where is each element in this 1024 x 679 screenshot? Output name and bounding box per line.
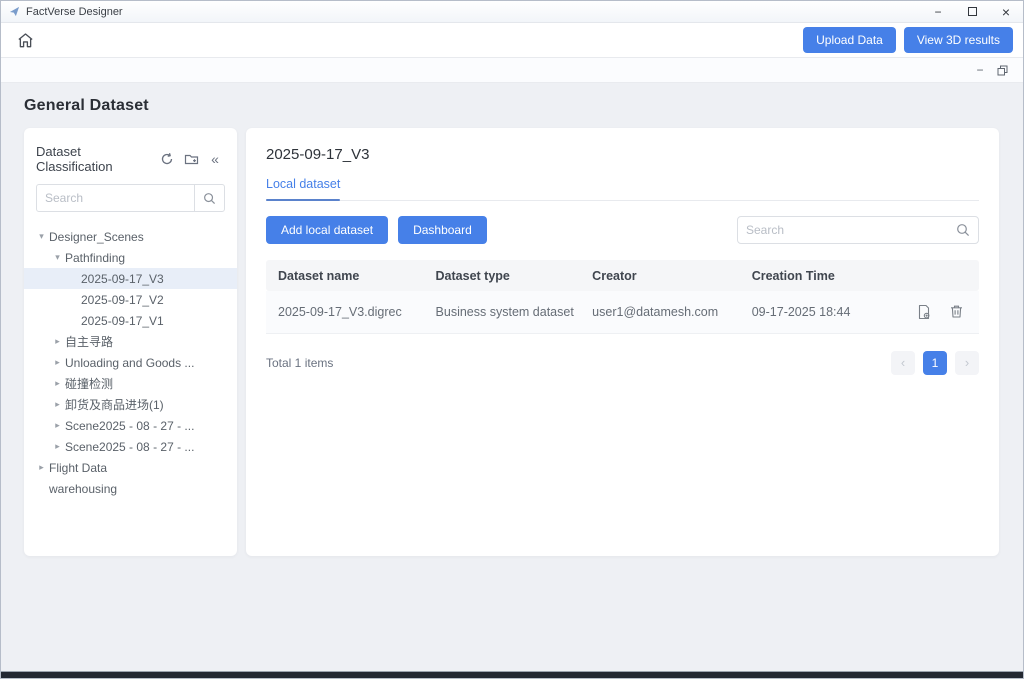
panel-restore-icon[interactable] [991,60,1013,80]
cell-actions [890,291,980,333]
table-footer: Total 1 items ‹ 1 › [266,351,979,375]
home-icon[interactable] [13,28,37,52]
tree-item-label: 自主寻路 [65,333,113,350]
tree-item-pathfinding[interactable]: ▾ Pathfinding [24,247,237,268]
dataset-table: Dataset name Dataset type Creator Creati… [266,260,979,334]
app-logo-icon [9,6,20,17]
tree-item-label: 2025-09-17_V1 [81,314,164,328]
tree-item-label: 2025-09-17_V2 [81,293,164,307]
refresh-icon[interactable] [157,149,177,169]
next-page-button[interactable]: › [955,351,979,375]
tabs-bar: Local dataset [266,177,979,201]
tree-item-designer-scenes[interactable]: ▾ Designer_Scenes [24,226,237,247]
dashboard-button[interactable]: Dashboard [398,216,487,244]
window-close-button[interactable]: × [989,1,1023,23]
column-header-creation-time: Creation Time [740,260,890,291]
content-area: General Dataset Dataset Classification [1,83,1023,671]
sidebar-header: Dataset Classification « [24,138,237,184]
column-header-dataset-type: Dataset type [424,260,581,291]
view-3d-results-button[interactable]: View 3D results [904,27,1013,53]
tab-local-dataset[interactable]: Local dataset [266,177,340,200]
upload-data-button[interactable]: Upload Data [803,27,896,53]
window-minimize-button[interactable]: − [921,1,955,23]
caret-right-icon[interactable]: ▸ [50,378,65,389]
caret-right-icon[interactable]: ▸ [50,399,65,410]
actions-row: Add local dataset Dashboard [266,216,979,244]
tree-item-zizhuxunlu[interactable]: ▸ 自主寻路 [24,331,237,352]
table-search-input[interactable] [746,223,956,237]
column-header-dataset-name: Dataset name [266,260,424,291]
tree-item-label: Scene2025 - 08 - 27 - ... [65,440,194,454]
tree-item-label: 卸货及商品进场(1) [65,396,164,413]
column-header-actions [890,260,980,291]
table-row[interactable]: 2025-09-17_V3.digrec Business system dat… [266,291,979,333]
sidebar-title: Dataset Classification [36,144,153,174]
bottom-taskbar-edge [1,671,1023,678]
prev-page-button[interactable]: ‹ [891,351,915,375]
tree-item-xiehuo-jinchang[interactable]: ▸ 卸货及商品进场(1) [24,394,237,415]
caret-right-icon[interactable]: ▸ [34,462,49,473]
page-1-button[interactable]: 1 [923,351,947,375]
page-title: General Dataset [24,97,999,115]
sidebar-search [36,184,225,212]
table-search [737,216,979,244]
tree-item-label: Flight Data [49,461,107,475]
column-header-creator: Creator [580,260,740,291]
search-icon[interactable] [194,185,224,211]
dataset-title: 2025-09-17_V3 [266,146,979,163]
add-folder-icon[interactable] [181,149,201,169]
export-file-icon[interactable] [916,304,932,320]
window-maximize-button[interactable] [955,1,989,23]
caret-down-icon[interactable]: ▾ [50,252,65,263]
pagination: ‹ 1 › [891,351,979,375]
add-local-dataset-button[interactable]: Add local dataset [266,216,388,244]
cell-creation-time: 09-17-2025 18:44 [740,291,890,333]
tree-item-2025-09-17-v2[interactable]: 2025-09-17_V2 [24,289,237,310]
total-items-label: Total 1 items [266,356,333,370]
cell-dataset-type: Business system dataset [424,291,581,333]
tree-item-warehousing[interactable]: warehousing [24,478,237,499]
collapse-sidebar-icon[interactable]: « [205,149,225,169]
caret-right-icon[interactable]: ▸ [50,357,65,368]
caret-right-icon[interactable]: ▸ [50,441,65,452]
tree-item-flight-data[interactable]: ▸ Flight Data [24,457,237,478]
tree-item-pengzhuangjiance[interactable]: ▸ 碰撞检测 [24,373,237,394]
tree-item-label: Scene2025 - 08 - 27 - ... [65,419,194,433]
dataset-detail-panel: 2025-09-17_V3 Local dataset Add local da… [246,128,999,556]
sidebar-search-input[interactable] [37,185,194,211]
dataset-tree: ▾ Designer_Scenes ▾ Pathfinding 2025-09-… [24,226,237,499]
delete-icon[interactable] [949,304,965,320]
caret-down-icon[interactable]: ▾ [34,231,49,242]
table-header-row: Dataset name Dataset type Creator Creati… [266,260,979,291]
tree-item-2025-09-17-v3[interactable]: 2025-09-17_V3 [24,268,237,289]
tree-item-label: warehousing [49,482,117,496]
tree-item-scene2025-08-27-a[interactable]: ▸ Scene2025 - 08 - 27 - ... [24,415,237,436]
cell-dataset-name: 2025-09-17_V3.digrec [266,291,424,333]
cell-creator: user1@datamesh.com [580,291,740,333]
tree-item-label: Pathfinding [65,251,125,265]
titlebar: FactVerse Designer − × [1,1,1023,23]
tree-item-label: Unloading and Goods ... [65,356,194,370]
panel-minimize-icon[interactable]: − [969,60,991,80]
tree-item-2025-09-17-v1[interactable]: 2025-09-17_V1 [24,310,237,331]
tree-item-unloading-and-goods[interactable]: ▸ Unloading and Goods ... [24,352,237,373]
tree-item-label: 2025-09-17_V3 [81,272,164,286]
caret-right-icon[interactable]: ▸ [50,420,65,431]
toolbar: Upload Data View 3D results [1,23,1023,58]
sub-window-bar: − [1,58,1023,83]
app-window: FactVerse Designer − × Upload Data View … [0,0,1024,679]
tree-item-label: Designer_Scenes [49,230,144,244]
caret-right-icon[interactable]: ▸ [50,336,65,347]
app-title: FactVerse Designer [26,6,123,18]
dataset-classification-panel: Dataset Classification « [24,128,237,556]
tree-item-scene2025-08-27-b[interactable]: ▸ Scene2025 - 08 - 27 - ... [24,436,237,457]
tree-item-label: 碰撞检测 [65,375,113,392]
search-icon[interactable] [956,223,970,237]
